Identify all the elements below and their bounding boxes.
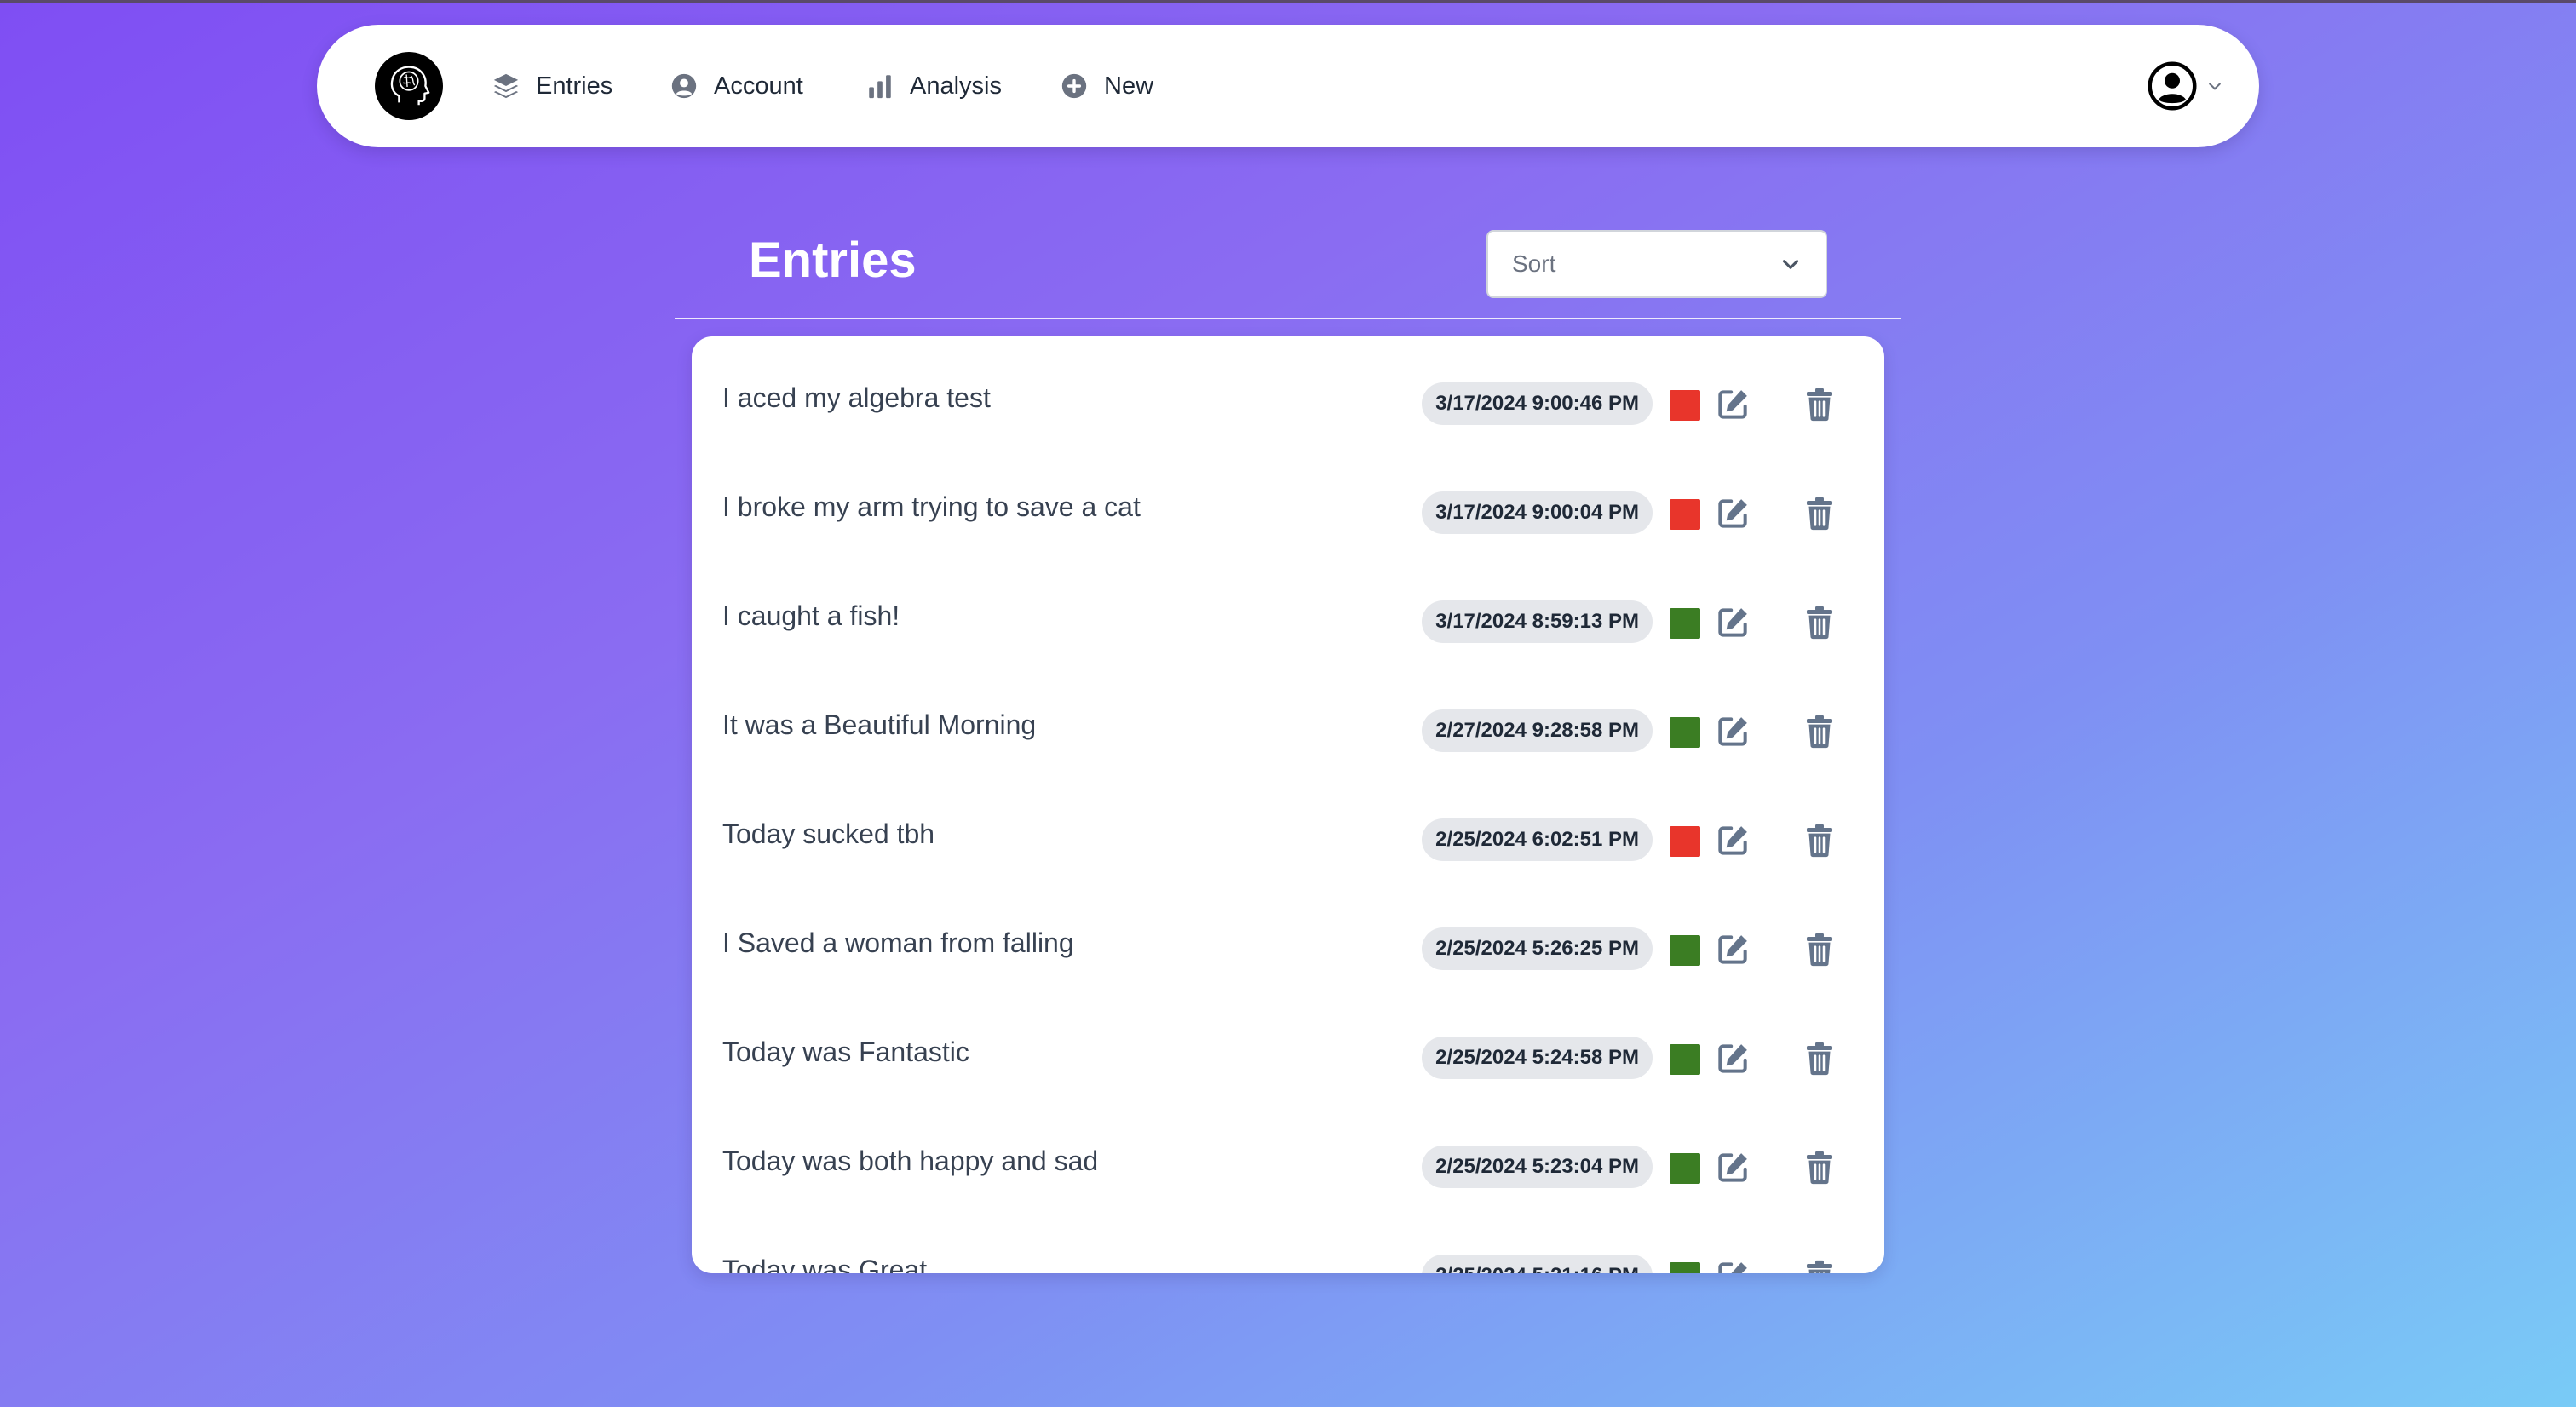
- entry-date-badge: 2/25/2024 5:21:16 PM: [1422, 1255, 1653, 1273]
- entry-date-badge: 2/25/2024 6:02:51 PM: [1422, 818, 1653, 861]
- window-top-border: [0, 0, 2576, 3]
- header-divider: [675, 318, 1901, 319]
- trash-icon[interactable]: [1804, 824, 1835, 858]
- mood-indicator: [1670, 499, 1700, 530]
- trash-icon[interactable]: [1804, 388, 1835, 422]
- entry-title[interactable]: Today was both happy and sad: [722, 1106, 1098, 1215]
- trash-icon[interactable]: [1804, 1151, 1835, 1185]
- entry-date-badge: 3/17/2024 8:59:13 PM: [1422, 600, 1653, 643]
- nav-new-label: New: [1104, 72, 1154, 100]
- mood-indicator: [1670, 390, 1700, 421]
- entry-date-badge: 2/25/2024 5:24:58 PM: [1422, 1037, 1653, 1079]
- page-title: Entries: [749, 233, 917, 288]
- entry-row[interactable]: I Saved a woman from falling 2/25/2024 5:…: [692, 888, 1884, 997]
- entry-date-badge: 3/17/2024 9:00:46 PM: [1422, 382, 1653, 425]
- brain-head-icon[interactable]: [375, 52, 443, 120]
- nav-analysis-label: Analysis: [910, 72, 1002, 100]
- trash-icon[interactable]: [1804, 1042, 1835, 1076]
- chevron-down-icon: [2209, 83, 2221, 90]
- edit-icon[interactable]: [1714, 822, 1751, 859]
- edit-icon[interactable]: [1714, 1040, 1751, 1077]
- trash-icon[interactable]: [1804, 497, 1835, 531]
- entry-row[interactable]: Today sucked tbh 2/25/2024 6:02:51 PM: [692, 779, 1884, 888]
- nav-account[interactable]: Account: [670, 62, 803, 110]
- edit-icon[interactable]: [1714, 495, 1751, 532]
- entry-title[interactable]: I aced my algebra test: [722, 343, 991, 452]
- sort-placeholder: Sort: [1512, 250, 1556, 277]
- entry-title[interactable]: It was a Beautiful Morning: [722, 670, 1036, 779]
- bar-chart-icon: [869, 75, 891, 99]
- mood-indicator: [1670, 935, 1700, 966]
- layers-icon: [493, 73, 519, 99]
- nav-analysis[interactable]: Analysis: [865, 62, 1002, 110]
- mood-indicator: [1670, 717, 1700, 748]
- nav-entries[interactable]: Entries: [492, 62, 612, 110]
- entry-title[interactable]: Today sucked tbh: [722, 779, 934, 888]
- edit-icon[interactable]: [1714, 931, 1751, 968]
- edit-icon[interactable]: [1714, 713, 1751, 750]
- entry-row[interactable]: It was a Beautiful Morning 2/27/2024 9:28…: [692, 670, 1884, 779]
- entry-title[interactable]: I Saved a woman from falling: [722, 888, 1074, 997]
- entry-row[interactable]: Today was Fantastic 2/25/2024 5:24:58 PM: [692, 997, 1884, 1106]
- mood-indicator: [1670, 826, 1700, 857]
- entry-row[interactable]: I broke my arm trying to save a cat 3/17/…: [692, 452, 1884, 561]
- mood-indicator: [1670, 608, 1700, 639]
- entry-date-badge: 2/25/2024 5:26:25 PM: [1422, 927, 1653, 970]
- entry-date-badge: 2/25/2024 5:23:04 PM: [1422, 1146, 1653, 1188]
- entry-title[interactable]: Today was Fantastic: [722, 997, 969, 1106]
- entry-title[interactable]: Today was Great: [722, 1215, 927, 1274]
- edit-icon[interactable]: [1714, 386, 1751, 423]
- edit-icon[interactable]: [1714, 1258, 1751, 1273]
- entry-row[interactable]: I aced my algebra test 3/17/2024 9:00:46 …: [692, 343, 1884, 452]
- mood-indicator: [1670, 1262, 1700, 1273]
- entry-row[interactable]: I caught a fish! 3/17/2024 8:59:13 PM: [692, 561, 1884, 670]
- navbar: Entries Account Analysis New: [317, 25, 2259, 147]
- edit-icon[interactable]: [1714, 1149, 1751, 1186]
- nav-new[interactable]: New: [1060, 62, 1153, 110]
- trash-icon[interactable]: [1804, 933, 1835, 967]
- entry-row[interactable]: Today was Great 2/25/2024 5:21:16 PM: [692, 1215, 1884, 1273]
- edit-icon[interactable]: [1714, 604, 1751, 641]
- entry-title[interactable]: I caught a fish!: [722, 561, 900, 670]
- entries-list[interactable]: I aced my algebra test 3/17/2024 9:00:46 …: [692, 336, 1884, 1273]
- nav-entries-label: Entries: [536, 72, 613, 100]
- chevron-down-icon: [1782, 260, 1799, 269]
- entry-date-badge: 2/27/2024 9:28:58 PM: [1422, 709, 1653, 752]
- trash-icon[interactable]: [1804, 606, 1835, 640]
- mood-indicator: [1670, 1153, 1700, 1184]
- entry-date-badge: 3/17/2024 9:00:04 PM: [1422, 491, 1653, 534]
- entry-title[interactable]: I broke my arm trying to save a cat: [722, 452, 1141, 561]
- entry-row[interactable]: Today was both happy and sad 2/25/2024 5:…: [692, 1106, 1884, 1215]
- sort-select[interactable]: Sort: [1486, 230, 1827, 298]
- user-avatar-icon: [2148, 61, 2197, 111]
- trash-icon[interactable]: [1804, 1260, 1835, 1273]
- plus-circle-icon: [1061, 73, 1087, 99]
- mood-indicator: [1670, 1044, 1700, 1075]
- nav-account-label: Account: [714, 72, 803, 100]
- trash-icon[interactable]: [1804, 715, 1835, 749]
- user-circle-icon: [671, 73, 697, 99]
- user-menu[interactable]: [2147, 59, 2223, 113]
